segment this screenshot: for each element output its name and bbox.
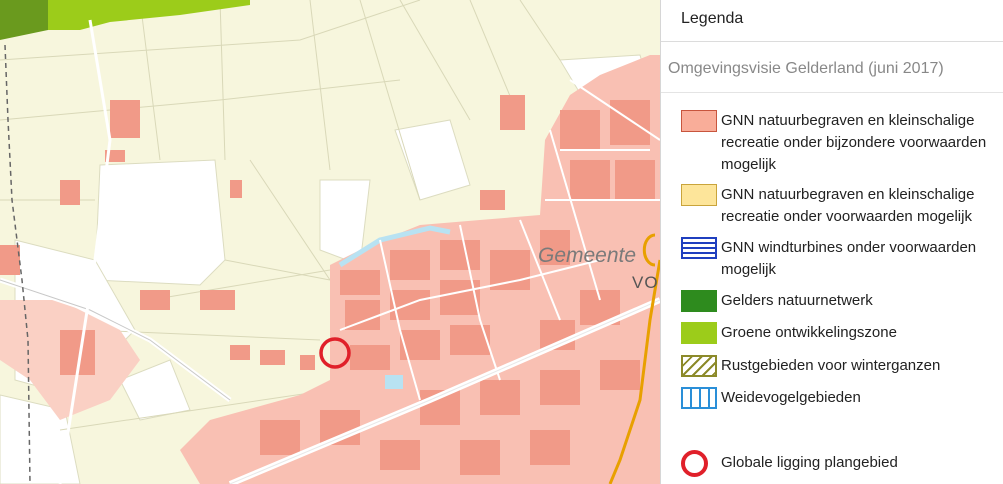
legend-divider — [661, 92, 1003, 93]
place-label-partial: VO — [632, 273, 659, 292]
light-green-swatch-icon — [681, 322, 717, 344]
legend-title: Legenda — [681, 10, 744, 27]
legend-item-label: Gelders natuurnetwerk — [721, 292, 873, 309]
legend-item-label: Globale ligging plangebied — [721, 454, 898, 471]
blue-hatch-swatch-icon — [681, 237, 717, 259]
place-label: Gemeente — [538, 244, 636, 267]
legend-item: Globale ligging plangebied — [681, 449, 999, 477]
legend-subtitle: Omgevingsvisie Gelderland (juni 2017) — [668, 60, 944, 77]
legend-item: Gelders natuurnetwerk — [681, 290, 999, 312]
pink-swatch-icon — [681, 110, 717, 132]
legend-divider — [661, 41, 1003, 42]
cyan-hatch-swatch-icon — [681, 387, 717, 409]
legend-item-label: GNN natuurbegraven en kleinschalige recr… — [721, 186, 975, 225]
legend-item: GNN natuurbegraven en kleinschalige recr… — [681, 184, 999, 228]
dark-green-swatch-icon — [681, 290, 717, 312]
legend-item: Rustgebieden voor winterganzen — [681, 355, 999, 377]
legend-item-label: Groene ontwikkelingszone — [721, 324, 897, 341]
olive-hatch-swatch-icon — [681, 355, 717, 377]
yellow-swatch-icon — [681, 184, 717, 206]
legend-panel: Legenda Omgevingsvisie Gelderland (juni … — [660, 0, 1003, 484]
legend-item-label: GNN natuurbegraven en kleinschalige recr… — [721, 112, 987, 173]
map-graphic: Gemeente VO — [0, 0, 660, 484]
red-circle-icon — [681, 449, 717, 477]
legend-item-label: Rustgebieden voor winterganzen — [721, 357, 941, 374]
legend-item: GNN windturbines onder voorwaarden mogel… — [681, 237, 999, 281]
legend-item-label: GNN windturbines onder voorwaarden mogel… — [721, 239, 977, 278]
map-canvas[interactable]: Gemeente VO — [0, 0, 660, 484]
legend-item: Weidevogelgebieden — [681, 387, 999, 409]
legend-item: GNN natuurbegraven en kleinschalige recr… — [681, 110, 999, 176]
pond — [385, 375, 403, 389]
legend-item: Groene ontwikkelingszone — [681, 322, 999, 344]
legend-item-label: Weidevogelgebieden — [721, 389, 861, 406]
